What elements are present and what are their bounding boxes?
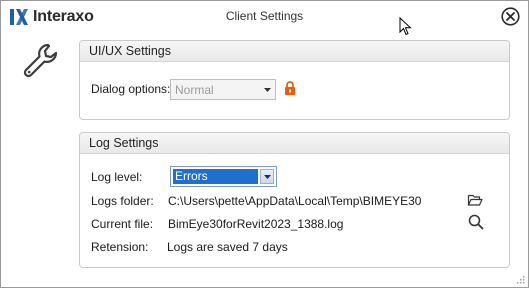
lock-icon bbox=[285, 81, 295, 95]
current-file-name: BimEye30forRevit2023_1388.log bbox=[168, 217, 344, 231]
close-icon[interactable] bbox=[501, 7, 520, 26]
ui-ux-settings-header: UI/UX Settings bbox=[80, 41, 509, 62]
client-settings-window: Interaxo Client Settings UI/UX Settings … bbox=[0, 0, 529, 288]
retention-label: Retension: bbox=[91, 240, 149, 254]
dialog-options-select[interactable]: Normal bbox=[170, 79, 276, 100]
log-settings-header: Log Settings bbox=[80, 133, 509, 154]
log-level-select[interactable]: Errors bbox=[170, 166, 277, 187]
logs-folder-label: Logs folder: bbox=[91, 194, 154, 208]
logs-folder-path: C:\Users\pette\AppData\Local\Temp\BIMEYE… bbox=[168, 194, 422, 208]
mouse-cursor-icon bbox=[399, 17, 412, 36]
chevron-down-icon bbox=[264, 88, 271, 92]
title-bar: Interaxo Client Settings bbox=[1, 1, 528, 36]
log-level-value: Errors bbox=[173, 169, 258, 184]
search-icon[interactable] bbox=[468, 214, 484, 230]
resize-grip-icon[interactable] bbox=[517, 276, 525, 284]
folder-open-icon[interactable] bbox=[467, 192, 483, 208]
dialog-options-value: Normal bbox=[175, 83, 214, 97]
window-title: Client Settings bbox=[225, 9, 304, 23]
retention-value: Logs are saved 7 days bbox=[167, 240, 288, 254]
log-level-dropdown-button[interactable] bbox=[260, 169, 274, 184]
ui-ux-settings-group: UI/UX Settings bbox=[79, 40, 510, 120]
wrench-icon bbox=[23, 43, 58, 78]
dialog-options-label: Dialog options: bbox=[91, 82, 171, 96]
log-level-label: Log level: bbox=[91, 170, 143, 184]
chevron-down-icon bbox=[264, 175, 271, 179]
current-file-label: Current file: bbox=[91, 217, 154, 231]
